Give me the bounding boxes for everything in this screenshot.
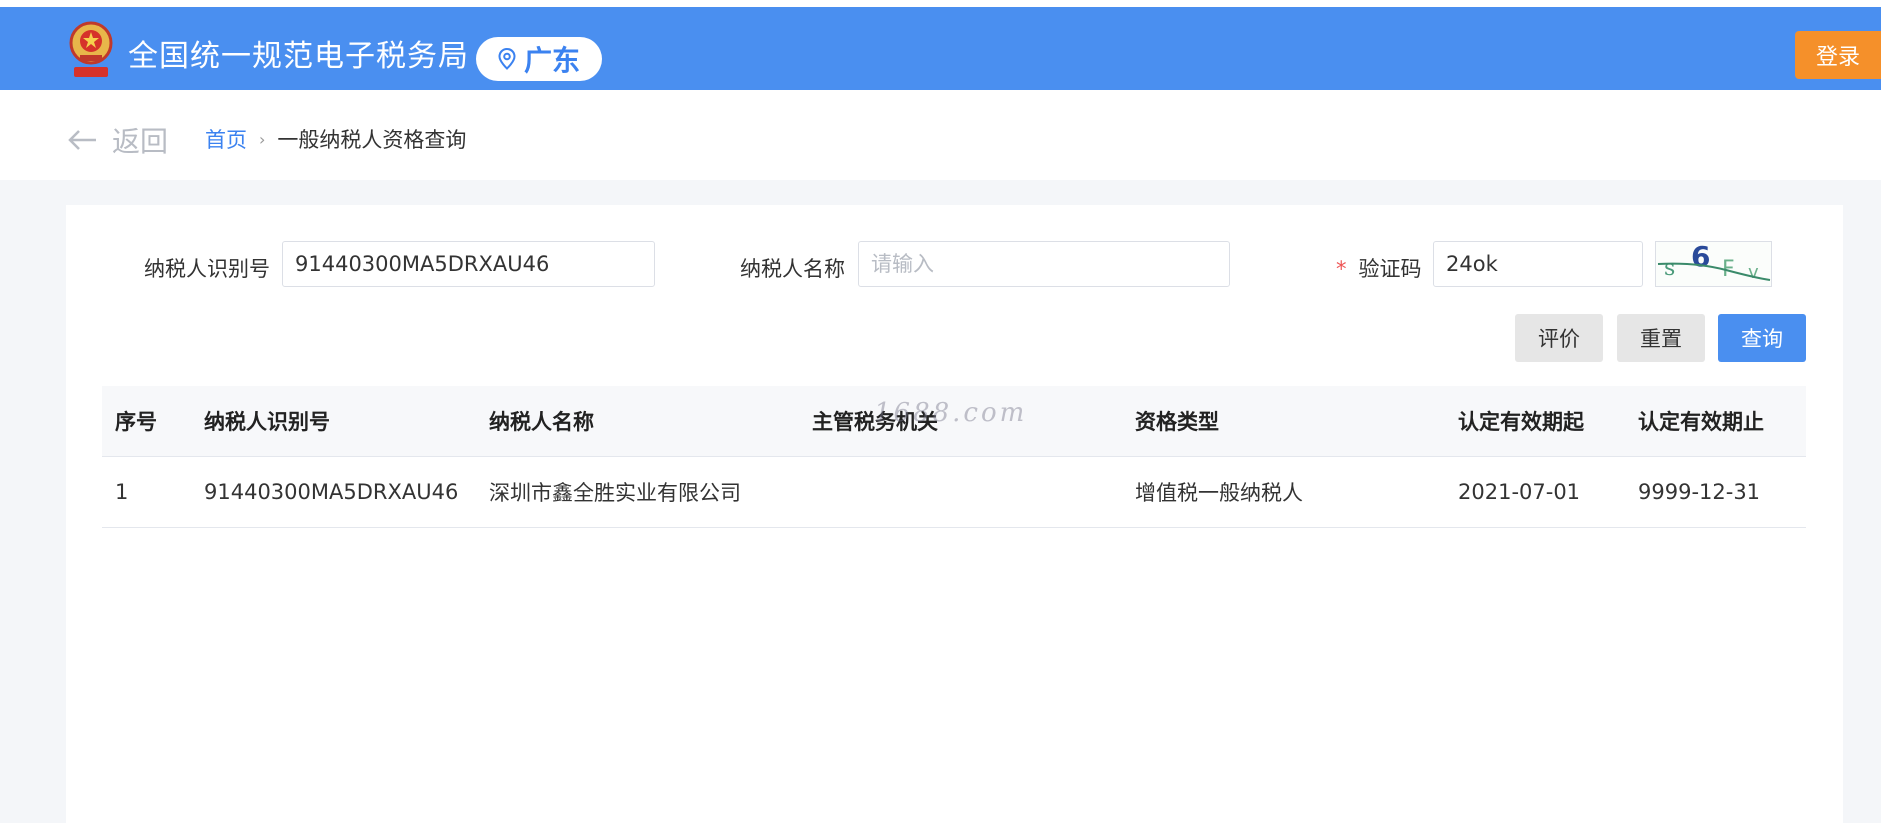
captcha-label-group: * 验证码 (1336, 253, 1422, 283)
query-button[interactable]: 查询 (1718, 314, 1806, 362)
taxpayer-name-input[interactable] (858, 241, 1230, 287)
header-valid-to: 认定有效期止 (1638, 410, 1764, 434)
cell-taxpayer-name: 深圳市鑫全胜实业有限公司 (489, 481, 741, 505)
top-strip (0, 0, 1881, 7)
reset-button[interactable]: 重置 (1617, 314, 1705, 362)
captcha-char-4: v (1748, 262, 1759, 283)
breadcrumb: 首页 › 一般纳税人资格查询 (205, 124, 466, 154)
site-header: 全国统一规范电子税务局 广东 登录 (0, 7, 1881, 90)
cell-taxpayer-id: 91440300MA5DRXAU46 (204, 480, 459, 504)
result-table: 序号 纳税人识别号 纳税人名称 主管税务机关 资格类型 认定有效期起 认定有效期… (102, 386, 1806, 528)
table-row: 1 91440300MA5DRXAU46 深圳市鑫全胜实业有限公司 增值税一般纳… (102, 457, 1806, 528)
taxpayer-name-label: 纳税人名称 (740, 257, 845, 281)
captcha-label: 验证码 (1358, 257, 1422, 281)
captcha-input[interactable] (1433, 241, 1643, 287)
login-button[interactable]: 登录 (1795, 31, 1881, 79)
cell-valid-to: 9999-12-31 (1638, 480, 1761, 504)
breadcrumb-home-link[interactable]: 首页 (205, 124, 247, 154)
captcha-image-graphic: s 6 F v (1657, 240, 1771, 283)
header-taxpayer-id: 纳税人识别号 (204, 410, 330, 434)
query-panel: 纳税人识别号 纳税人名称 * 验证码 s 6 F v 评价 重置 查询 序号 纳税… (66, 205, 1843, 823)
taxpayer-id-label: 纳税人识别号 (144, 257, 270, 281)
cell-index: 1 (115, 480, 129, 504)
captcha-image[interactable]: s 6 F v (1655, 240, 1772, 287)
region-label: 广东 (523, 44, 580, 77)
cell-qualification-type: 增值税一般纳税人 (1135, 481, 1303, 505)
back-button[interactable]: 返回 (68, 120, 168, 160)
header-tax-authority: 主管税务机关 (812, 410, 938, 434)
site-title: 全国统一规范电子税务局 (128, 39, 469, 74)
required-mark: * (1336, 257, 1347, 281)
national-emblem-icon (69, 21, 113, 77)
table-header: 序号 纳税人识别号 纳税人名称 主管税务机关 资格类型 认定有效期起 认定有效期… (102, 386, 1806, 457)
captcha-char-2: 6 (1691, 242, 1710, 273)
header-index: 序号 (115, 410, 157, 434)
header-taxpayer-name: 纳税人名称 (489, 410, 594, 434)
breadcrumb-bar: 返回 首页 › 一般纳税人资格查询 (0, 90, 1881, 180)
evaluate-button[interactable]: 评价 (1515, 314, 1603, 362)
header-qualification-type: 资格类型 (1135, 410, 1219, 434)
captcha-char-1: s (1664, 256, 1675, 281)
taxpayer-id-input[interactable] (282, 241, 655, 287)
header-valid-from: 认定有效期起 (1458, 410, 1584, 434)
chevron-right-icon: › (259, 129, 266, 149)
cell-valid-from: 2021-07-01 (1458, 480, 1581, 504)
location-pin-icon (498, 48, 516, 70)
region-selector[interactable]: 广东 (476, 37, 602, 81)
back-label: 返回 (112, 125, 169, 158)
arrow-left-icon (68, 130, 96, 150)
breadcrumb-current: 一般纳税人资格查询 (277, 128, 467, 152)
